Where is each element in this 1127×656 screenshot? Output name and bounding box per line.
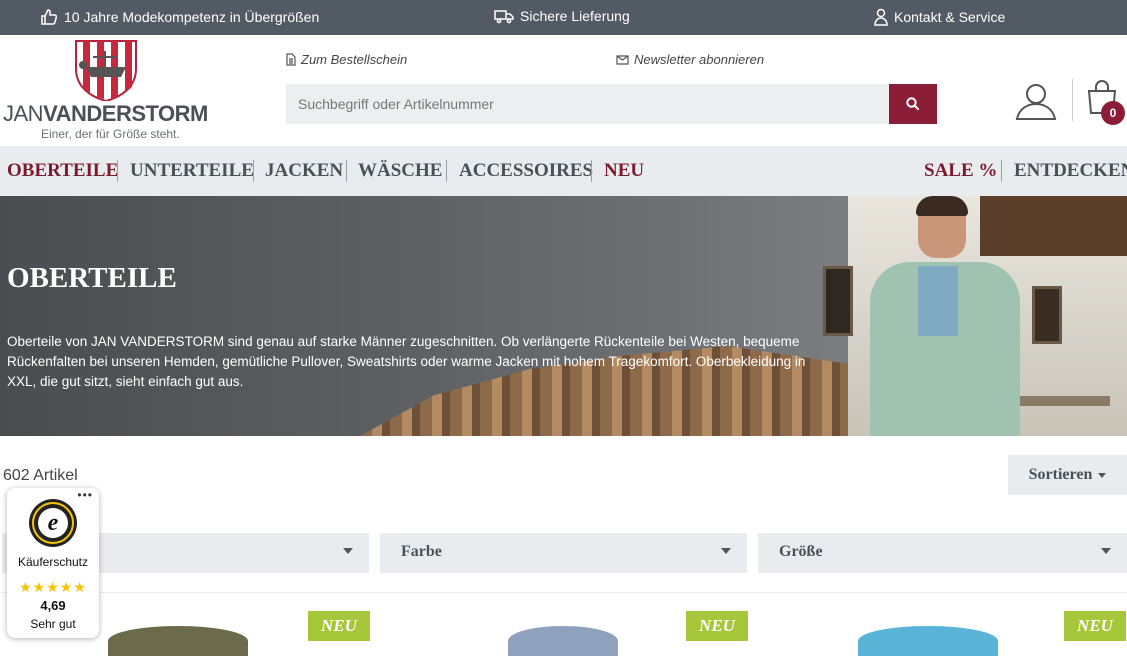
search-input[interactable] <box>286 84 889 124</box>
category-hero-banner: OBERTEILE Oberteile von JAN VANDERSTORM … <box>0 196 1127 436</box>
divider <box>0 592 1127 593</box>
thumbs-up-icon <box>41 9 58 25</box>
nav-item-waesche[interactable]: WÄSCHE <box>358 160 442 182</box>
nav-item-oberteile[interactable]: OBERTEILE <box>7 160 118 182</box>
shield-logo-icon <box>75 40 137 101</box>
topbar-label: Sichere Lieferung <box>520 8 630 24</box>
top-info-bar: 10 Jahre Modekompetenz in Übergrößen Sic… <box>0 0 1127 35</box>
caret-down-icon <box>721 548 731 554</box>
site-header: JANVANDERSTORM Einer, der für Größe steh… <box>0 35 1127 146</box>
category-title: OBERTEILE <box>7 262 177 294</box>
trusted-shops-badge[interactable]: ••• e Käuferschutz ★★★★★ 4,69 Sehr gut <box>7 488 99 638</box>
new-badge: NEU <box>1064 611 1126 641</box>
newsletter-link[interactable]: Newsletter abonnieren <box>616 52 764 67</box>
filter-label: Größe <box>779 543 823 560</box>
nav-divider <box>253 160 254 182</box>
header-divider <box>1072 79 1073 121</box>
nav-divider <box>446 160 447 182</box>
topbar-label: 10 Jahre Modekompetenz in Übergrößen <box>64 9 320 25</box>
truck-icon <box>494 10 514 24</box>
person-icon <box>874 8 888 26</box>
account-button[interactable] <box>1015 83 1057 126</box>
nav-item-unterteile[interactable]: UNTERTEILE <box>130 160 254 182</box>
topbar-item-contact[interactable]: Kontakt & Service <box>874 8 1005 26</box>
main-navigation: OBERTEILE UNTERTEILE JACKEN WÄSCHE ACCES… <box>0 146 1127 196</box>
product-image[interactable] <box>108 626 248 656</box>
user-icon <box>1015 84 1057 120</box>
rating-score: 4,69 <box>40 598 66 613</box>
logo[interactable]: JANVANDERSTORM Einer, der für Größe steh… <box>3 39 208 143</box>
order-form-label: Zum Bestellschein <box>301 52 408 67</box>
hero-window-image <box>1032 286 1062 344</box>
trusted-shops-seal-icon: e <box>29 499 77 547</box>
topbar-item-experience: 10 Jahre Modekompetenz in Übergrößen <box>40 8 319 26</box>
filter-label: Farbe <box>401 543 442 560</box>
sort-dropdown[interactable]: Sortieren <box>1008 455 1127 495</box>
hero-bench-image <box>1020 396 1110 406</box>
search-button[interactable] <box>889 84 937 124</box>
category-description: Oberteile von JAN VANDERSTORM sind genau… <box>7 334 806 389</box>
nav-item-sale[interactable]: SALE % <box>924 160 997 182</box>
cart-count-badge: 0 <box>1101 101 1125 125</box>
nav-item-entdecken[interactable]: ENTDECKEN <box>1014 160 1127 182</box>
order-form-link[interactable]: Zum Bestellschein <box>286 52 407 67</box>
nav-divider <box>346 160 347 182</box>
new-badge: NEU <box>686 611 748 641</box>
search-bar <box>286 84 937 124</box>
product-image[interactable] <box>858 626 998 656</box>
caret-down-icon <box>1101 548 1111 554</box>
hero-model-hair <box>916 196 968 216</box>
filter-dropdown-color[interactable]: Farbe <box>380 533 747 573</box>
caret-down-icon <box>1098 472 1107 478</box>
nav-divider <box>1001 160 1002 182</box>
brand-tagline: Einer, der für Größe steht. <box>41 127 180 141</box>
rating-stars: ★★★★★ <box>19 579 87 595</box>
search-icon <box>906 97 920 111</box>
nav-item-accessoires[interactable]: ACCESSOIRES <box>459 160 593 182</box>
product-image[interactable] <box>508 626 618 656</box>
article-count: 602 Artikel <box>3 467 78 484</box>
nav-divider <box>117 160 118 182</box>
envelope-icon <box>616 54 629 65</box>
nav-item-neu[interactable]: NEU <box>604 160 644 182</box>
cart-button[interactable]: 0 <box>1072 79 1127 125</box>
buyer-protection-label: Käuferschutz <box>17 555 89 569</box>
caret-down-icon <box>343 548 353 554</box>
filter-dropdown-size[interactable]: Größe <box>758 533 1127 573</box>
more-icon[interactable]: ••• <box>77 488 93 502</box>
nav-divider <box>591 160 592 182</box>
nav-item-jacken[interactable]: JACKEN <box>265 160 343 182</box>
document-icon <box>286 53 296 66</box>
brand-name: JANVANDERSTORM <box>3 101 208 126</box>
rating-grade: Sehr gut <box>30 617 76 631</box>
topbar-label: Kontakt & Service <box>894 9 1006 25</box>
hero-model-shirt <box>918 266 958 336</box>
sort-label: Sortieren <box>1028 466 1093 483</box>
hero-roof-image <box>980 196 1127 256</box>
newsletter-label: Newsletter abonnieren <box>634 52 765 67</box>
topbar-item-delivery: Sichere Lieferung <box>494 8 630 24</box>
hero-window-image <box>823 266 853 336</box>
new-badge: NEU <box>308 611 370 641</box>
